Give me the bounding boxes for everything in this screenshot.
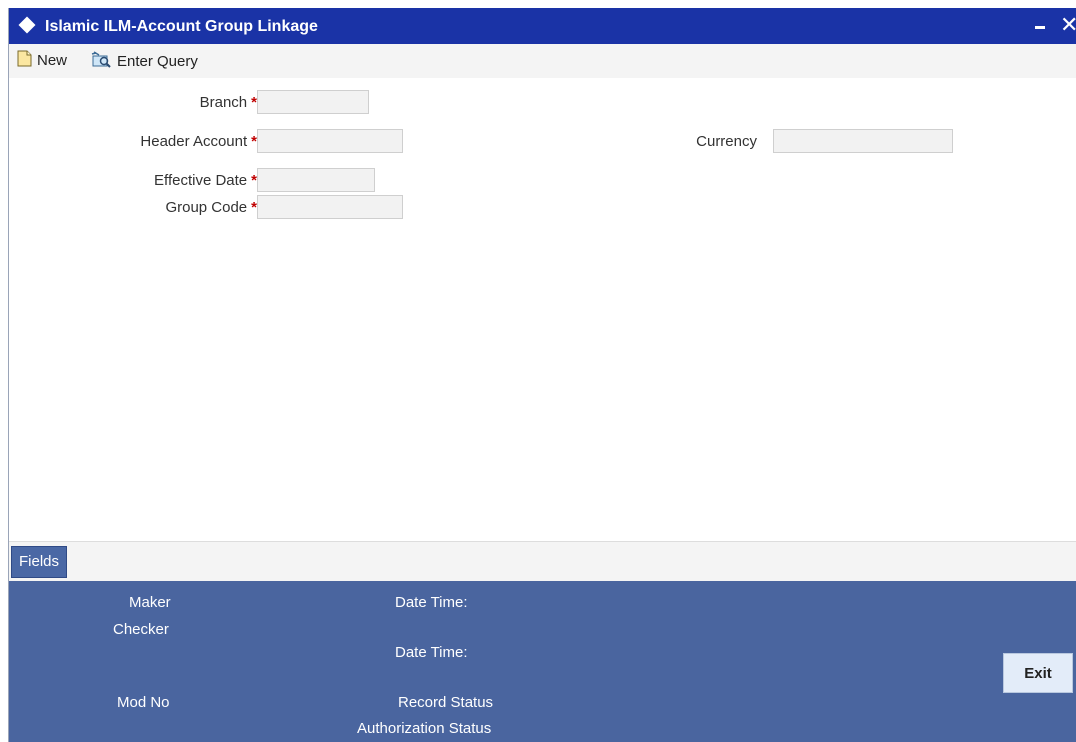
toolbar: New Enter Query (9, 44, 1076, 79)
new-document-icon (17, 50, 32, 71)
fields-button[interactable]: Fields (11, 546, 68, 578)
enter-query-icon (90, 50, 112, 72)
header-account-label: Header Account * (140, 133, 257, 150)
title-bar: Islamic ILM-Account Group Linkage ✕ (9, 8, 1076, 44)
checker-date-time-label: Date Time: (395, 644, 468, 661)
checker-label: Checker (113, 621, 169, 638)
group-code-label: Group Code * (165, 199, 257, 216)
fields-bar: Fields (9, 541, 1076, 582)
mod-no-label: Mod No (117, 694, 170, 711)
window-title: Islamic ILM-Account Group Linkage (45, 18, 318, 35)
new-label: New (37, 52, 68, 69)
branch-input[interactable] (257, 90, 369, 114)
currency-label: Currency (696, 133, 757, 150)
record-status-label: Record Status (398, 694, 494, 711)
new-button[interactable]: New (17, 50, 67, 71)
branch-label: Branch * (199, 94, 257, 111)
effective-date-input[interactable] (257, 168, 375, 192)
form-window: Islamic ILM-Account Group Linkage ✕ New (8, 8, 1076, 742)
audit-footer: Maker Checker Date Time: Date Time: Mod … (9, 581, 1076, 742)
enter-query-label: Enter Query (117, 52, 198, 70)
maker-label: Maker (129, 594, 171, 611)
maker-date-time-label: Date Time: (395, 594, 468, 611)
enter-query-button[interactable]: Enter Query (90, 50, 198, 72)
close-icon[interactable]: ✕ (1060, 13, 1076, 37)
minimize-icon[interactable] (1035, 26, 1045, 29)
form-body: Branch * Header Account * Currency Effecti… (9, 78, 1076, 541)
currency-input[interactable] (773, 129, 953, 153)
diamond-icon (18, 16, 36, 34)
header-account-input[interactable] (257, 129, 403, 153)
effective-date-label: Effective Date * (154, 172, 257, 189)
exit-button[interactable]: Exit (1003, 653, 1073, 693)
authorization-status-label: Authorization Status (357, 720, 492, 737)
group-code-input[interactable] (257, 195, 403, 219)
